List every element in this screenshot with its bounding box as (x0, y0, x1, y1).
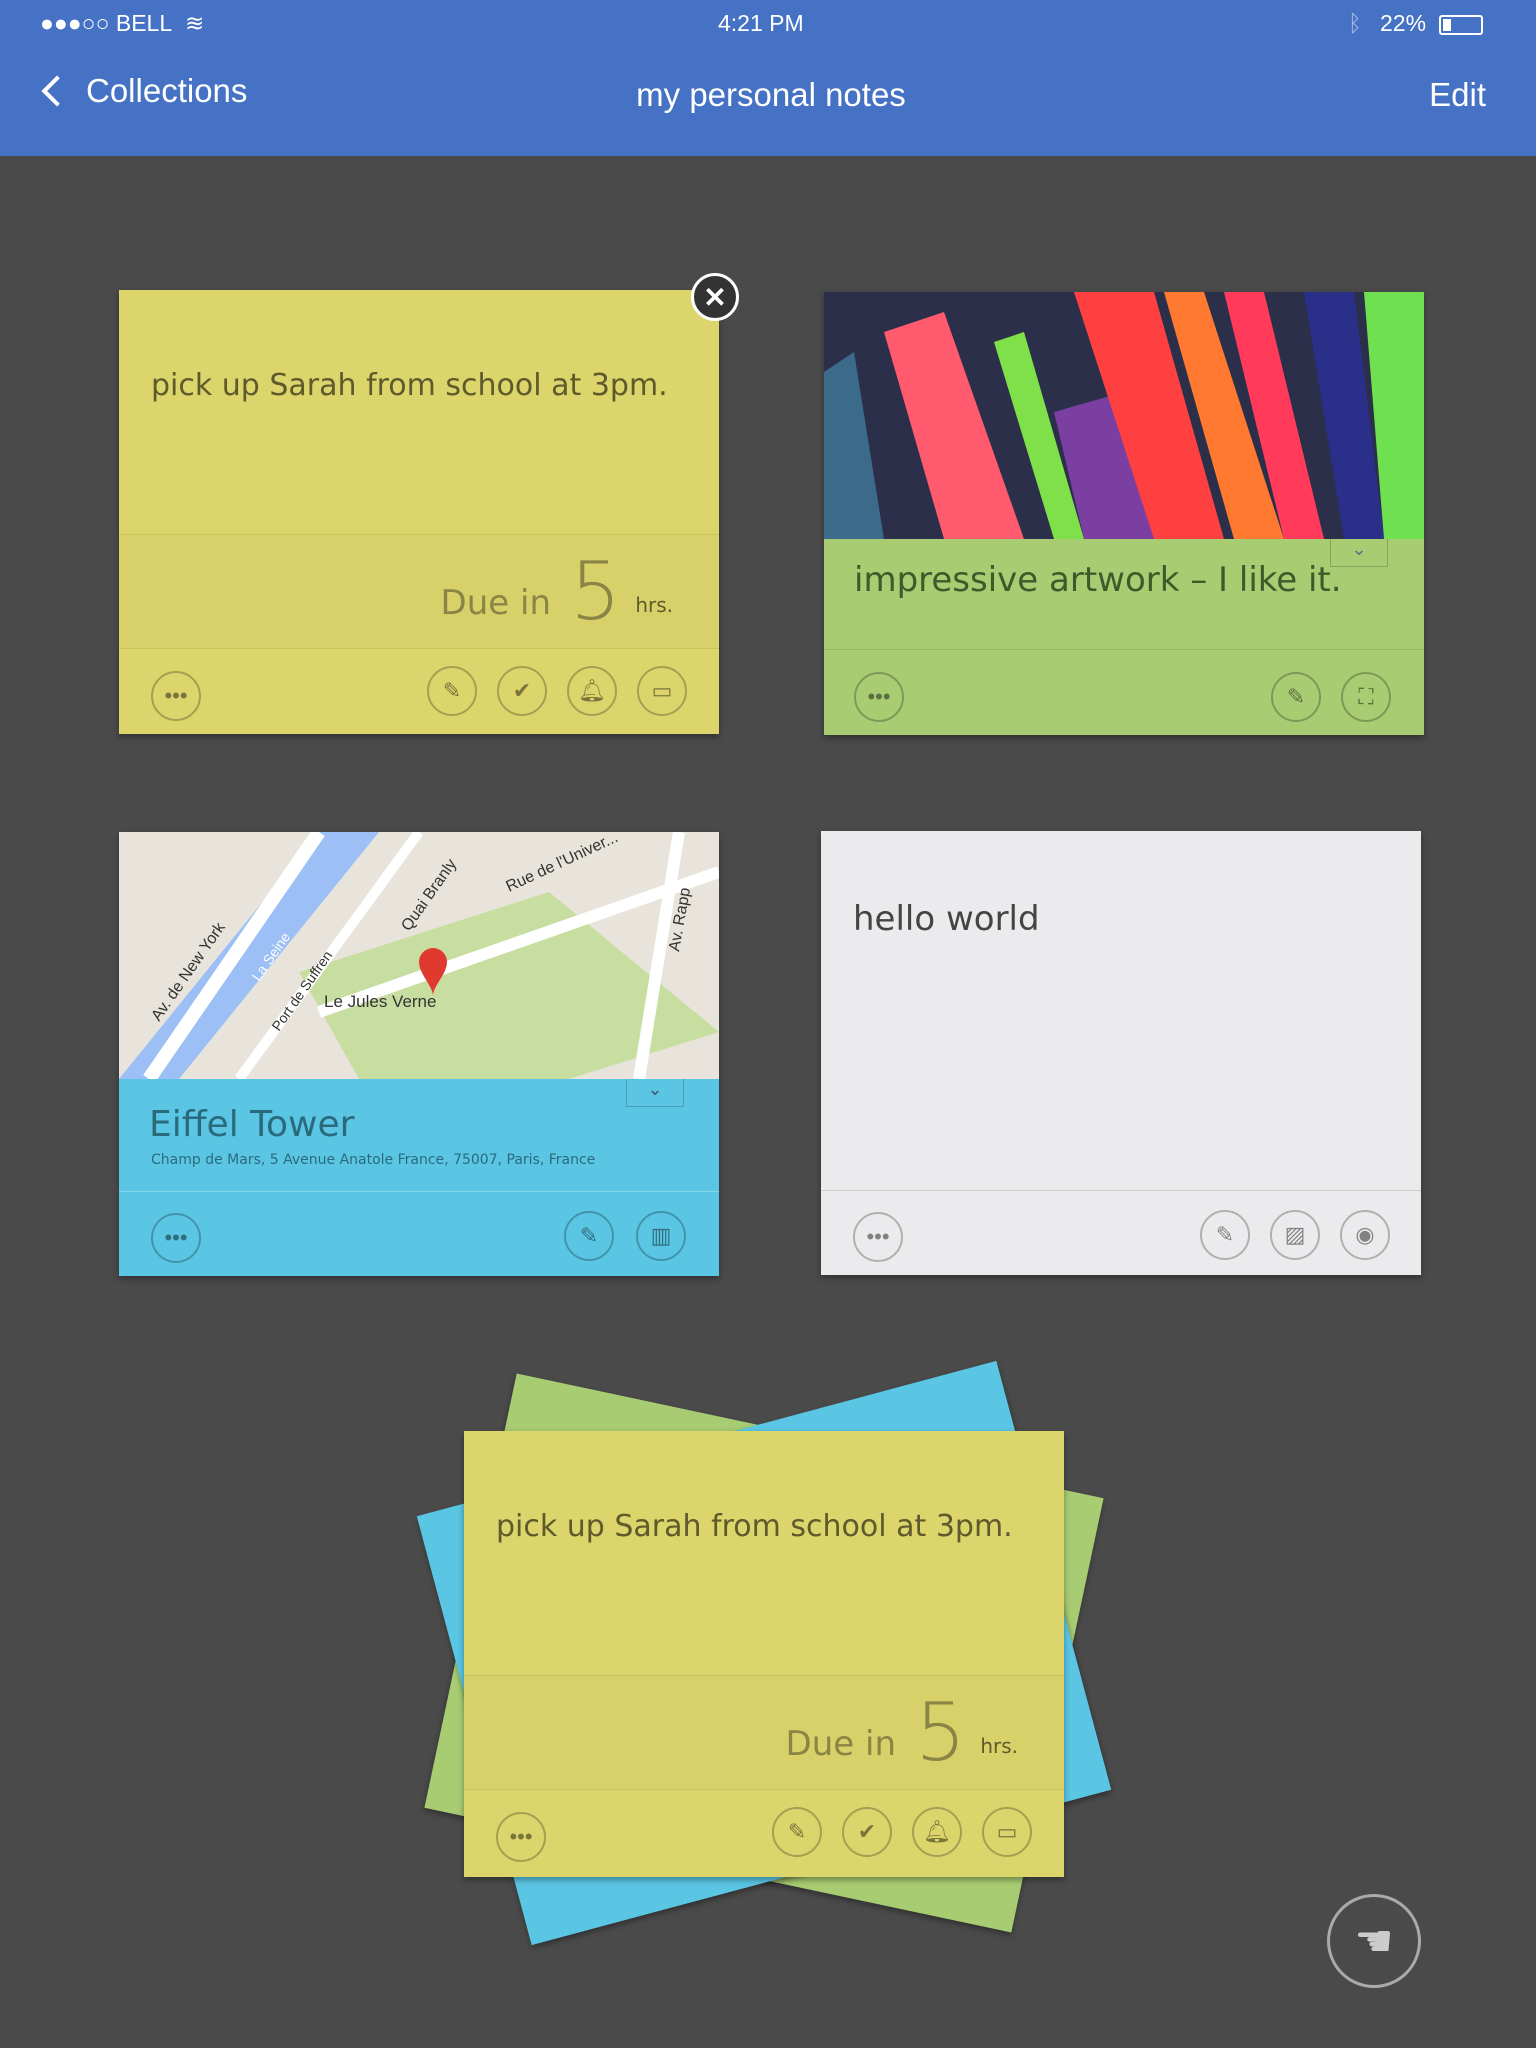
navigation-bar: ●●●○○ BELL ≋ 4:21 PM ᛒ 22% Collections m… (0, 0, 1536, 156)
done-button[interactable]: ✔ (497, 666, 547, 716)
note-text: impressive artwork – I like it. (854, 560, 1342, 600)
fullscreen-button[interactable]: ⛶ (1341, 672, 1391, 722)
calendar-button[interactable]: ▭ (637, 666, 687, 716)
wifi-icon: ≋ (185, 10, 205, 36)
alarm-button[interactable]: 🔔︎ (912, 1807, 962, 1857)
more-button[interactable]: ••• (151, 671, 201, 721)
image-button[interactable]: ▨ (1270, 1210, 1320, 1260)
note-text: pick up Sarah from school at 3pm. (151, 368, 668, 403)
alarm-button[interactable]: 🔔︎ (567, 666, 617, 716)
calendar-icon: ▭ (996, 1819, 1018, 1844)
pencil-icon: ✎ (1286, 684, 1306, 709)
note-card-reminder[interactable]: pick up Sarah from school at 3pm. Due in… (119, 290, 719, 734)
page-title: my personal notes (636, 76, 906, 113)
note-card-image[interactable]: ⌄ impressive artwork – I like it. ••• ✎ … (824, 292, 1424, 735)
edit-button[interactable]: ✎ (1271, 672, 1321, 722)
edit-button[interactable]: Edit (1429, 76, 1486, 114)
check-icon: ✔ (857, 1819, 877, 1844)
pencil-icon: ✎ (442, 678, 462, 703)
battery-icon (1439, 15, 1483, 35)
due-section: Due in 5 hrs. (119, 534, 719, 649)
pencil-icon: ✎ (579, 1223, 599, 1248)
note-card-text[interactable]: hello world ••• ✎ ▨ ◉ (821, 831, 1421, 1275)
note-text: pick up Sarah from school at 3pm. (496, 1509, 1013, 1544)
artwork-image[interactable] (824, 292, 1424, 539)
due-value: 5 (570, 545, 621, 638)
done-button[interactable]: ✔ (842, 1807, 892, 1857)
hand-icon: ☚ (1354, 1916, 1394, 1966)
battery-percent: 22% (1380, 10, 1427, 36)
carrier-signal: ●●●○○ BELL (40, 10, 173, 36)
bell-icon: 🔔︎ (923, 1819, 951, 1844)
more-button[interactable]: ••• (854, 672, 904, 722)
more-button[interactable]: ••• (151, 1213, 201, 1263)
map-label: Le Jules Verne (324, 992, 436, 1011)
more-button[interactable]: ••• (496, 1812, 546, 1862)
check-icon: ✔ (512, 678, 532, 703)
delete-note-button[interactable]: ✕ (691, 273, 739, 321)
edit-button[interactable]: ✎ (772, 1807, 822, 1857)
image-icon: ▨ (1284, 1222, 1306, 1247)
edit-button[interactable]: ✎ (427, 666, 477, 716)
calendar-button[interactable]: ▭ (982, 1807, 1032, 1857)
note-text: hello world (853, 899, 1040, 939)
due-unit: hrs. (635, 593, 673, 617)
map-button[interactable]: ▥ (636, 1211, 686, 1261)
pencil-icon: ✎ (787, 1819, 807, 1844)
map-view[interactable]: Av. de New York La Seine Port de Suffren… (119, 832, 719, 1079)
expand-button[interactable]: ⌄ (626, 1079, 684, 1107)
edit-button[interactable]: ✎ (1200, 1210, 1250, 1260)
edit-button[interactable]: ✎ (564, 1211, 614, 1261)
due-unit: hrs. (980, 1734, 1018, 1758)
camera-icon: ◉ (1355, 1222, 1375, 1247)
gesture-button[interactable]: ☚ (1327, 1894, 1421, 1988)
clock: 4:21 PM (718, 10, 804, 36)
due-prefix: Due in (440, 583, 551, 623)
fullscreen-icon: ⛶ (1358, 684, 1374, 709)
bell-icon: 🔔︎ (578, 678, 606, 703)
due-value: 5 (915, 1686, 966, 1779)
location-address: Champ de Mars, 5 Avenue Anatole France, … (151, 1152, 596, 1168)
due-section: Due in 5 hrs. (464, 1675, 1064, 1790)
map-icon: ▥ (650, 1223, 672, 1248)
more-button[interactable]: ••• (853, 1212, 903, 1262)
camera-button[interactable]: ◉ (1340, 1210, 1390, 1260)
location-title: Eiffel Tower (149, 1104, 355, 1145)
due-prefix: Due in (785, 1724, 896, 1764)
bluetooth-icon: ᛒ (1348, 10, 1362, 36)
note-card-location[interactable]: Av. de New York La Seine Port de Suffren… (119, 832, 719, 1276)
calendar-icon: ▭ (651, 678, 673, 703)
pencil-icon: ✎ (1215, 1222, 1235, 1247)
stack-card-front[interactable]: pick up Sarah from school at 3pm. Due in… (464, 1431, 1064, 1877)
